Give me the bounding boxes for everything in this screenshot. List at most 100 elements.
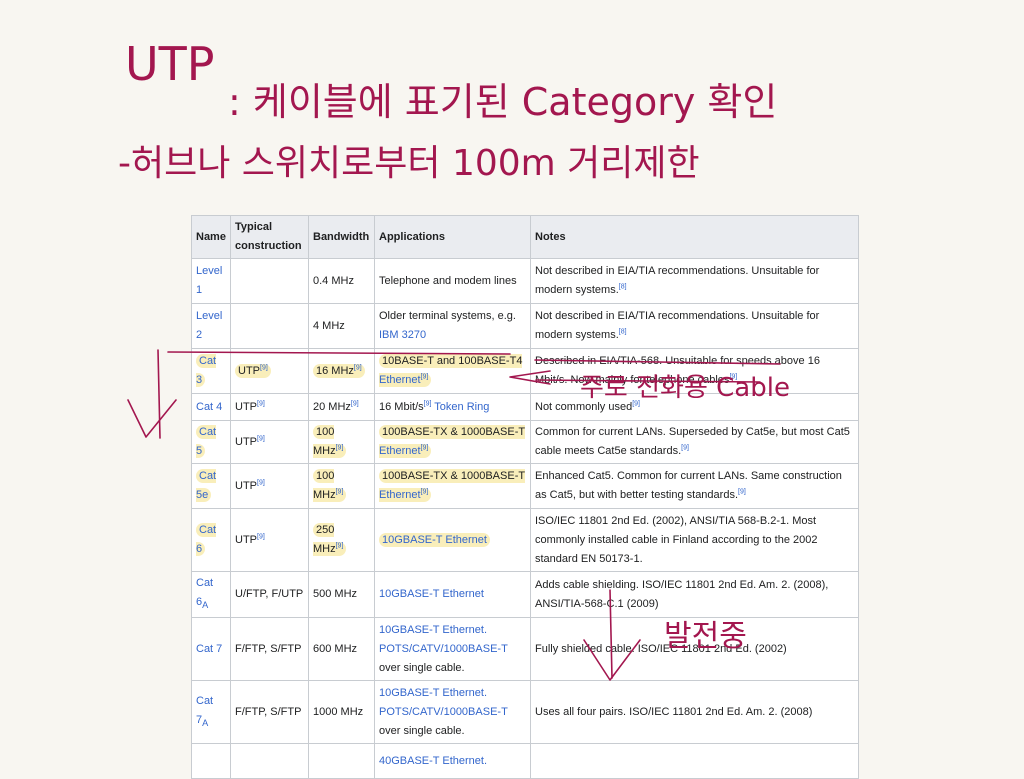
applications-cell: 10GBASE-T Ethernet. POTS/CATV/1000BASE-T…: [374, 680, 531, 745]
notes-cell: Not described in EIA/TIA recommendations…: [530, 303, 859, 349]
bandwidth-cell: 16 MHz[9]: [308, 348, 375, 394]
applications-cell: 40GBASE-T Ethernet.: [374, 743, 531, 779]
construction-cell: U/FTP, F/UTP: [230, 570, 309, 619]
table-row: Level 1 0.4 MHz Telephone and modem line…: [191, 258, 859, 304]
citation-link[interactable]: [9]: [260, 364, 268, 371]
bandwidth-cell: 100 MHz[9]: [308, 463, 375, 509]
name-link[interactable]: Cat 6A: [196, 577, 213, 610]
applications-cell: 10GBASE-T Ethernet. POTS/CATV/1000BASE-T…: [374, 617, 531, 682]
construction-cell: UTP[9]: [230, 463, 309, 509]
left-arrow-head: [127, 399, 177, 438]
citation-link[interactable]: [9]: [681, 444, 689, 451]
citation-link[interactable]: [9]: [351, 400, 359, 407]
name-link[interactable]: Cat 4: [196, 401, 222, 413]
applications-cell: Older terminal systems, e.g. IBM 3270: [374, 303, 531, 349]
table-row: 40GBASE-T Ethernet.: [191, 743, 859, 779]
citation-link[interactable]: [9]: [257, 533, 265, 540]
applications-cell: 100BASE-TX & 1000BASE-T Ethernet[9]: [374, 463, 531, 509]
header-name: Name: [191, 215, 231, 259]
name-link[interactable]: Level 2: [196, 310, 222, 341]
applications-link[interactable]: 10GBASE-T Ethernet: [379, 532, 490, 547]
citation-link[interactable]: [9]: [354, 364, 362, 371]
applications-cell: 10BASE-T and 100BASE-T4 Ethernet[9]: [374, 348, 531, 394]
citation-link[interactable]: [9]: [738, 488, 746, 495]
bandwidth-cell: 250 MHz[9]: [308, 508, 375, 572]
left-arrow-shaft: [157, 349, 161, 439]
citation-link[interactable]: [9]: [424, 400, 432, 407]
bandwidth-cell: 100 MHz[9]: [308, 420, 375, 464]
notes-cell: Not described in EIA/TIA recommendations…: [530, 258, 859, 304]
citation-link[interactable]: [8]: [619, 328, 627, 335]
bandwidth-cell: 1000 MHz: [308, 680, 375, 745]
citation-link[interactable]: [9]: [421, 488, 429, 495]
applications-link[interactable]: Ethernet: [379, 445, 421, 457]
construction-cell: F/FTP, S/FTP: [230, 617, 309, 682]
applications-cell: Telephone and modem lines: [374, 258, 531, 304]
citation-link[interactable]: [9]: [257, 400, 265, 407]
handwritten-line-1: : 케이블에 표기된 Category 확인: [228, 80, 777, 124]
table-row: Cat 7 F/FTP, S/FTP 600 MHz 10GBASE-T Eth…: [191, 617, 859, 682]
table-row: Level 2 4 MHz Older terminal systems, e.…: [191, 303, 859, 349]
applications-link[interactable]: 10GBASE-T Ethernet. POTS/CATV/1000BASE-T: [379, 624, 508, 655]
notes-cell: ISO/IEC 11801 2nd Ed. (2002), ANSI/TIA 5…: [530, 508, 859, 572]
header-bandwidth: Bandwidth: [308, 215, 375, 259]
table-row: Cat 7A F/FTP, S/FTP 1000 MHz 10GBASE-T E…: [191, 680, 859, 745]
applications-link[interactable]: Ethernet: [379, 374, 421, 386]
citation-link[interactable]: [9]: [336, 444, 344, 451]
name-link[interactable]: Cat 7A: [196, 695, 213, 728]
table-row: Cat 4 UTP[9] 20 MHz[9] 16 Mbit/s[9] Toke…: [191, 393, 859, 421]
citation-link[interactable]: [9]: [729, 373, 737, 380]
citation-link[interactable]: [8]: [619, 283, 627, 290]
handwritten-line-2: -허브나 스위치로부터 100m 거리제한: [118, 143, 700, 184]
applications-link[interactable]: Token Ring: [434, 401, 489, 413]
construction-cell: UTP[9]: [230, 348, 309, 394]
construction-cell: [230, 303, 309, 349]
notes-cell: Enhanced Cat5. Common for current LANs. …: [530, 463, 859, 509]
table-row: Cat 5e UTP[9] 100 MHz[9] 100BASE-TX & 10…: [191, 463, 859, 509]
citation-link[interactable]: [9]: [257, 479, 265, 486]
applications-cell: 16 Mbit/s[9] Token Ring: [374, 393, 531, 421]
notes-cell: Common for current LANs. Superseded by C…: [530, 420, 859, 464]
construction-cell: UTP[9]: [230, 420, 309, 464]
applications-cell: 100BASE-TX & 1000BASE-T Ethernet[9]: [374, 420, 531, 464]
notes-cell: Fully shielded cable. ISO/IEC 11801 2nd …: [530, 617, 859, 682]
name-link[interactable]: Cat 5e: [196, 469, 217, 502]
applications-link[interactable]: IBM 3270: [379, 329, 426, 341]
construction-cell: UTP[9]: [230, 393, 309, 421]
applications-link[interactable]: 40GBASE-T Ethernet.: [379, 755, 487, 767]
name-link[interactable]: Level 1: [196, 265, 222, 296]
name-link[interactable]: Cat 7: [196, 643, 222, 655]
bandwidth-cell: 20 MHz[9]: [308, 393, 375, 421]
notes-cell: Described in EIA/TIA-568. Unsuitable for…: [530, 348, 859, 394]
citation-link[interactable]: [9]: [421, 444, 429, 451]
applications-link[interactable]: 10GBASE-T Ethernet: [379, 588, 484, 600]
name-link[interactable]: Cat 3: [196, 354, 217, 387]
header-applications: Applications: [374, 215, 531, 259]
handwritten-title: UTP: [125, 37, 215, 91]
name-link[interactable]: Cat 5: [196, 425, 217, 458]
bandwidth-cell: 600 MHz: [308, 617, 375, 682]
bandwidth-cell: 500 MHz: [308, 570, 375, 619]
citation-link[interactable]: [9]: [257, 435, 265, 442]
citation-link[interactable]: [9]: [421, 373, 429, 380]
applications-link[interactable]: 10GBASE-T Ethernet. POTS/CATV/1000BASE-T: [379, 687, 508, 718]
applications-link[interactable]: Ethernet: [379, 489, 421, 501]
citation-link[interactable]: [9]: [632, 400, 640, 407]
table-row: Cat 6 UTP[9] 250 MHz[9] 10GBASE-T Ethern…: [191, 508, 859, 572]
header-notes: Notes: [530, 215, 859, 259]
bandwidth-cell: 4 MHz: [308, 303, 375, 349]
table-row: Cat 5 UTP[9] 100 MHz[9] 100BASE-TX & 100…: [191, 420, 859, 464]
citation-link[interactable]: [9]: [336, 488, 344, 495]
notes-cell: Uses all four pairs. ISO/IEC 11801 2nd E…: [530, 680, 859, 745]
construction-cell: F/FTP, S/FTP: [230, 680, 309, 745]
applications-cell: 10GBASE-T Ethernet: [374, 570, 531, 619]
cable-category-table: Name Typical construction Bandwidth Appl…: [191, 215, 859, 779]
notes-cell: Not commonly used[9]: [530, 393, 859, 421]
notes-cell: Adds cable shielding. ISO/IEC 11801 2nd …: [530, 570, 859, 619]
table-header-row: Name Typical construction Bandwidth Appl…: [191, 215, 859, 259]
applications-cell: 10GBASE-T Ethernet: [374, 508, 531, 572]
header-construction: Typical construction: [230, 215, 309, 259]
name-link[interactable]: Cat 6: [196, 523, 217, 556]
citation-link[interactable]: [9]: [336, 542, 344, 549]
table-row: Cat 6A U/FTP, F/UTP 500 MHz 10GBASE-T Et…: [191, 570, 859, 619]
